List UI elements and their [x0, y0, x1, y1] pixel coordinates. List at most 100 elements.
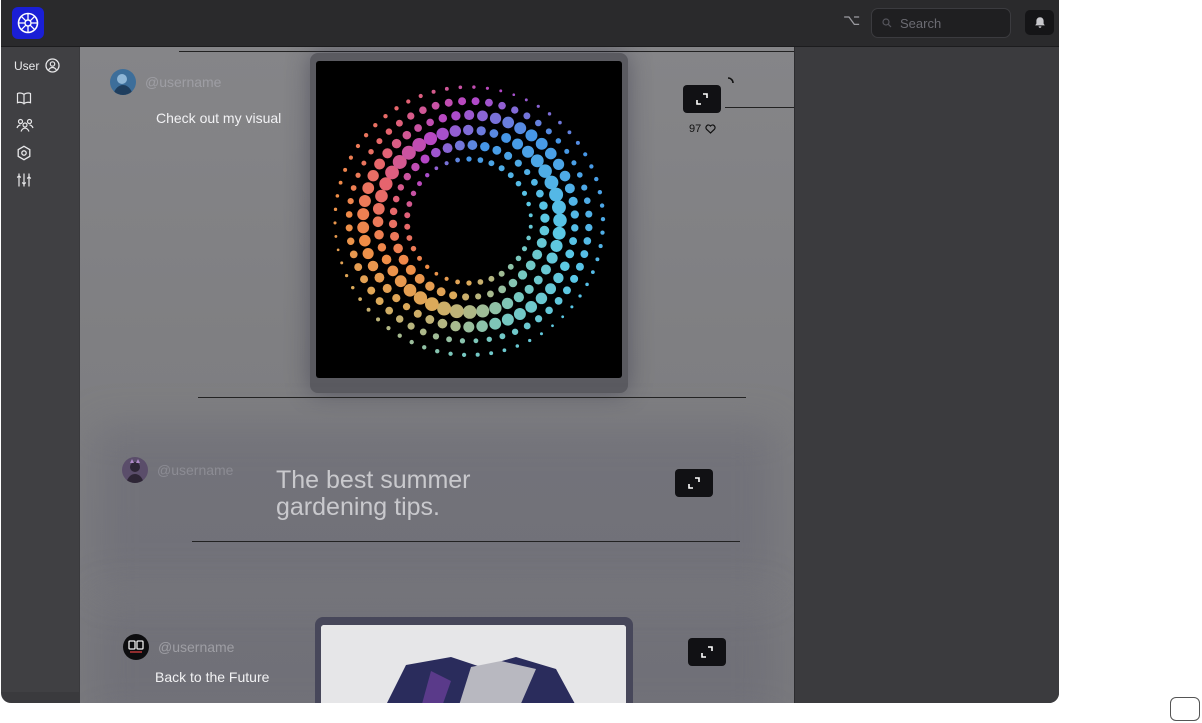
ring-dot [435, 348, 440, 354]
ring-dot [512, 138, 524, 150]
post-username[interactable]: @username [145, 74, 221, 90]
like-counter[interactable]: 97 [689, 123, 716, 135]
ring-dot [407, 112, 415, 120]
ring-dot [555, 138, 562, 144]
dotted-ring-visual[interactable] [316, 61, 622, 378]
corner-button[interactable] [1170, 697, 1200, 721]
ring-dot [444, 98, 453, 107]
right-panel [794, 47, 1059, 703]
notifications-button[interactable] [1025, 10, 1054, 35]
ring-dot [508, 278, 518, 288]
ring-dot [348, 155, 354, 160]
ring-dot [489, 129, 499, 138]
ring-dot [544, 147, 557, 160]
expand-icon [688, 477, 700, 489]
app-logo[interactable] [12, 7, 44, 39]
ring-dot [419, 328, 427, 336]
expand-button[interactable] [675, 469, 713, 497]
garment-photo[interactable] [321, 625, 626, 703]
ring-dot [419, 106, 427, 114]
ring-dot [589, 164, 594, 169]
ring-dot [488, 275, 495, 282]
feed[interactable]: @username Check out my visual 97 @userna… [80, 47, 794, 703]
ring-dot [450, 320, 461, 332]
ring-dot [362, 248, 374, 260]
ring-dot [553, 272, 564, 284]
ring-dot [545, 306, 553, 315]
ring-dot [367, 170, 379, 182]
community-icon[interactable] [16, 117, 34, 133]
post-visual-card[interactable] [310, 53, 628, 393]
ring-dot [466, 280, 472, 286]
ring-dot [524, 284, 534, 294]
ring-dot [402, 303, 411, 311]
ring-dot [357, 221, 370, 234]
ring-dot [598, 244, 603, 249]
ring-dot [514, 122, 527, 135]
ring-dot [544, 175, 559, 190]
ring-dot [455, 279, 460, 285]
ring-dot [462, 305, 477, 319]
sliders-icon[interactable] [16, 172, 32, 188]
ring-dot [451, 111, 461, 121]
ring-dot [502, 116, 515, 129]
ring-dot [597, 189, 603, 195]
ring-dot [434, 271, 439, 276]
ring-dot [535, 119, 542, 127]
ring-dot [560, 261, 570, 272]
ring-dot [340, 261, 344, 265]
ring-dot [476, 126, 486, 136]
settings-hex-icon[interactable] [16, 145, 32, 161]
search-icon [882, 18, 892, 28]
avatar[interactable] [123, 634, 149, 660]
post-username[interactable]: @username [158, 639, 234, 655]
ring-dot [526, 235, 531, 241]
ring-dot [436, 287, 446, 297]
ring-dot [449, 304, 464, 319]
ring-dot [449, 125, 462, 137]
ring-dot [563, 286, 571, 295]
ring-dot [507, 172, 514, 179]
ring-dot [461, 352, 467, 358]
ring-dot [533, 275, 543, 285]
option-key-icon[interactable]: ⌥ [843, 11, 860, 29]
ring-dot [511, 328, 519, 335]
post-author[interactable]: @username [122, 457, 233, 483]
search-input[interactable] [900, 15, 1000, 31]
post-username[interactable]: @username [157, 462, 233, 478]
avatar[interactable] [110, 69, 136, 95]
heart-icon[interactable] [705, 124, 716, 134]
expand-button[interactable] [683, 85, 721, 113]
book-icon[interactable] [16, 90, 32, 106]
ring-dot [391, 138, 402, 149]
ring-dot [381, 254, 392, 265]
ring-dot [499, 89, 503, 93]
post-author[interactable]: @username [123, 634, 234, 660]
ring-dot [558, 120, 562, 125]
post-photo-card[interactable] [315, 617, 633, 703]
user-circle-icon [45, 58, 60, 73]
ring-dot [375, 189, 388, 203]
search-box[interactable] [871, 8, 1011, 38]
ring-dot [385, 306, 394, 315]
expand-icon [696, 93, 708, 105]
ring-dot [362, 182, 375, 194]
ring-dot [595, 257, 600, 262]
ring-dot [489, 112, 502, 125]
ring-dot [536, 189, 544, 198]
ring-dot [547, 112, 552, 116]
ring-dot [575, 262, 584, 271]
ring-dot [567, 130, 572, 135]
avatar[interactable] [122, 457, 148, 483]
ring-dot [502, 348, 507, 353]
ring-dot [444, 86, 449, 91]
ring-dot [463, 321, 475, 333]
ring-dot [515, 344, 520, 348]
ring-dot [406, 99, 411, 104]
ring-dot [568, 196, 578, 206]
sidebar-item-user[interactable]: User [14, 58, 60, 73]
post-author[interactable]: @username [110, 69, 221, 95]
ring-dot [471, 97, 480, 106]
expand-button[interactable] [688, 638, 726, 666]
ring-dot [338, 180, 343, 185]
